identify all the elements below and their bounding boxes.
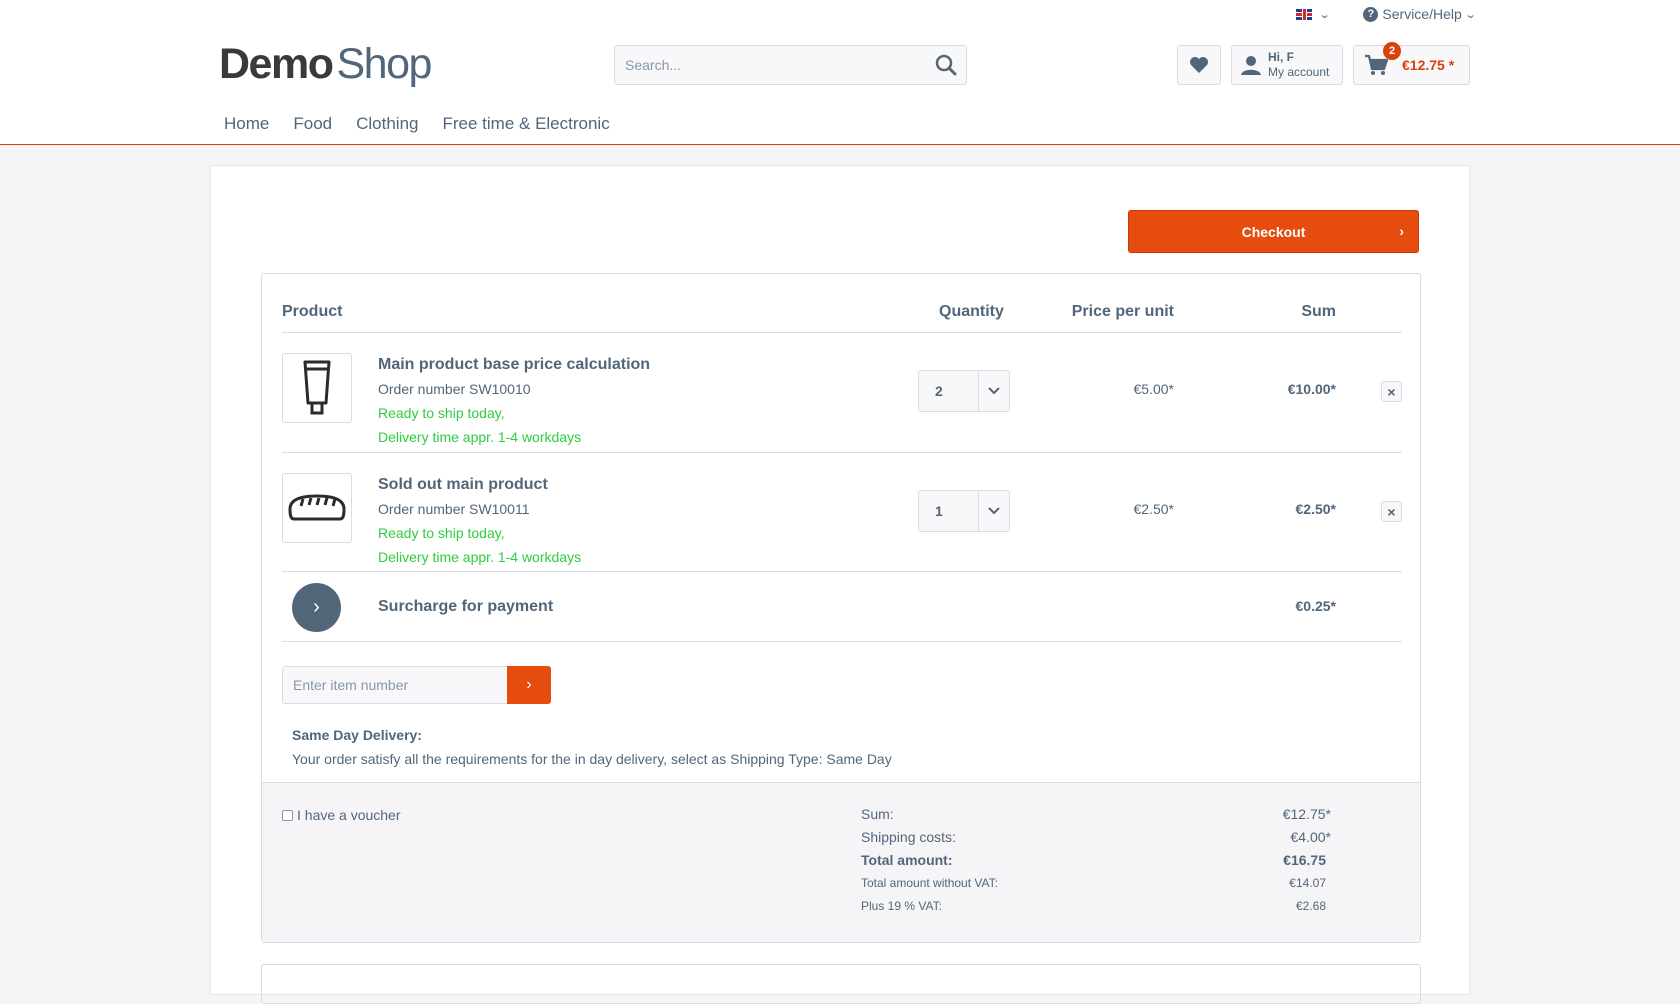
shipping-label: Shipping costs: (861, 829, 956, 845)
chevron-down-icon: ⌄ (1464, 8, 1477, 21)
total-value: €16.75 (1283, 852, 1326, 868)
search-input[interactable] (615, 46, 926, 84)
product-info: Main product base price calculation Orde… (378, 353, 650, 449)
add-item-form: › (282, 666, 551, 704)
unit-price: €2.50* (1133, 501, 1174, 517)
order-number: Order number SW10010 (378, 381, 531, 397)
quantity-value: 1 (935, 503, 943, 519)
cart-icon (1365, 54, 1388, 75)
cart-button[interactable]: 2 €12.75 * (1353, 42, 1470, 85)
bread-icon (288, 494, 346, 521)
account-label: My account (1268, 65, 1330, 79)
search-icon[interactable] (926, 46, 966, 84)
cart-page: Checkout › Product Quantity Price per un… (210, 165, 1470, 1004)
quantity-value: 2 (935, 383, 943, 399)
shipping-payment-box (261, 964, 1421, 1004)
cart-table-header: Product Quantity Price per unit Sum (282, 274, 1402, 333)
item-number-input[interactable] (282, 666, 508, 704)
uk-flag-icon (1296, 8, 1313, 20)
account-button[interactable]: Hi, F My account (1231, 45, 1343, 85)
shipping-value: €4.00* (1290, 829, 1331, 845)
same-day-delivery-notice: Same Day Delivery: Your order satisfy al… (292, 723, 892, 771)
chevron-right-icon: › (1399, 223, 1404, 239)
product-thumbnail[interactable] (282, 473, 352, 543)
voucher-toggle[interactable]: I have a voucher (282, 807, 401, 823)
order-number: Order number SW10011 (378, 501, 530, 517)
help-icon: ? (1363, 6, 1379, 22)
vat-label: Plus 19 % VAT: (861, 899, 942, 913)
voucher-checkbox[interactable] (282, 809, 293, 821)
product-name[interactable]: Main product base price calculation (378, 353, 650, 377)
delivery-time: Delivery time appr. 1-4 workdays (378, 549, 582, 565)
chevron-down-icon: ⌄ (1318, 8, 1331, 21)
voucher-label: I have a voucher (297, 807, 401, 823)
surcharge-label: Surcharge for payment (378, 598, 554, 615)
total-label: Total amount: (861, 852, 953, 868)
same-day-text: Your order satisfy all the requirements … (292, 751, 892, 767)
unit-price: €5.00* (1133, 381, 1174, 397)
vat-value: €2.68 (1295, 899, 1326, 913)
tube-icon (303, 360, 331, 415)
nav-clothing[interactable]: Clothing (344, 114, 430, 134)
header: ⌄ ? Service/Help ⌄ DemoShop Hi, F My acc… (0, 0, 1680, 145)
checkout-button[interactable]: Checkout › (1128, 210, 1419, 253)
remove-item-button[interactable]: × (1381, 501, 1402, 522)
sum-label: Sum: (861, 806, 894, 822)
product-name[interactable]: Sold out main product (378, 473, 581, 497)
delivery-time: Delivery time appr. 1-4 workdays (378, 429, 582, 445)
shop-logo[interactable]: DemoShop (219, 40, 432, 89)
top-navigation: ⌄ ? Service/Help ⌄ (1296, 6, 1477, 22)
header-product: Product (282, 303, 343, 320)
user-icon (1241, 56, 1261, 75)
logo-light: Shop (336, 40, 432, 88)
checkout-label: Checkout (1241, 223, 1306, 240)
product-thumbnail[interactable] (282, 353, 352, 423)
surcharge-sum: €0.25* (1295, 598, 1336, 614)
logo-bold: Demo (219, 40, 334, 88)
heart-icon (1190, 57, 1208, 73)
main-navigation: Home Food Clothing Free time & Electroni… (212, 114, 622, 134)
service-help-menu[interactable]: ? Service/Help ⌄ (1363, 6, 1477, 22)
cart-count-badge: 2 (1383, 42, 1401, 60)
nav-free-time-electronic[interactable]: Free time & Electronic (430, 114, 621, 134)
chevron-right-icon: › (292, 583, 341, 632)
header-quantity: Quantity (939, 303, 1004, 320)
account-greeting: Hi, F (1268, 50, 1294, 64)
language-switcher[interactable]: ⌄ (1296, 8, 1331, 21)
net-value: €14.07 (1289, 876, 1326, 890)
line-sum: €10.00* (1287, 381, 1336, 397)
same-day-title: Same Day Delivery: (292, 727, 422, 743)
nav-home[interactable]: Home (212, 114, 281, 134)
cart-item-row: Main product base price calculation Orde… (282, 333, 1402, 453)
availability: Ready to ship today, (378, 525, 505, 541)
cart-item-row: Sold out main product Order number SW100… (282, 453, 1402, 572)
availability: Ready to ship today, (378, 405, 505, 421)
surcharge-row: › Surcharge for payment €0.25* (282, 572, 1402, 642)
cart-totals: I have a voucher Sum: €12.75* Shipping c… (262, 782, 1420, 942)
cart-table: Product Quantity Price per unit Sum Main… (261, 273, 1421, 943)
add-item-button[interactable]: › (507, 666, 551, 704)
service-help-label: Service/Help (1382, 6, 1462, 22)
product-info: Sold out main product Order number SW100… (378, 473, 581, 569)
chevron-down-icon (978, 491, 1009, 531)
line-sum: €2.50* (1295, 501, 1336, 517)
header-sum: Sum (1301, 303, 1336, 320)
chevron-down-icon (978, 371, 1009, 411)
quantity-select[interactable]: 1 (918, 490, 1010, 532)
sum-value: €12.75* (1282, 806, 1331, 822)
header-price: Price per unit (1071, 303, 1174, 320)
header-actions: Hi, F My account 2 €12.75 * (1177, 42, 1470, 85)
cart-total: €12.75 * (1402, 57, 1455, 73)
search-bar (614, 45, 967, 85)
net-label: Total amount without VAT: (861, 876, 998, 890)
nav-food[interactable]: Food (281, 114, 344, 134)
wishlist-button[interactable] (1177, 45, 1221, 85)
quantity-select[interactable]: 2 (918, 370, 1010, 412)
remove-item-button[interactable]: × (1381, 381, 1402, 402)
